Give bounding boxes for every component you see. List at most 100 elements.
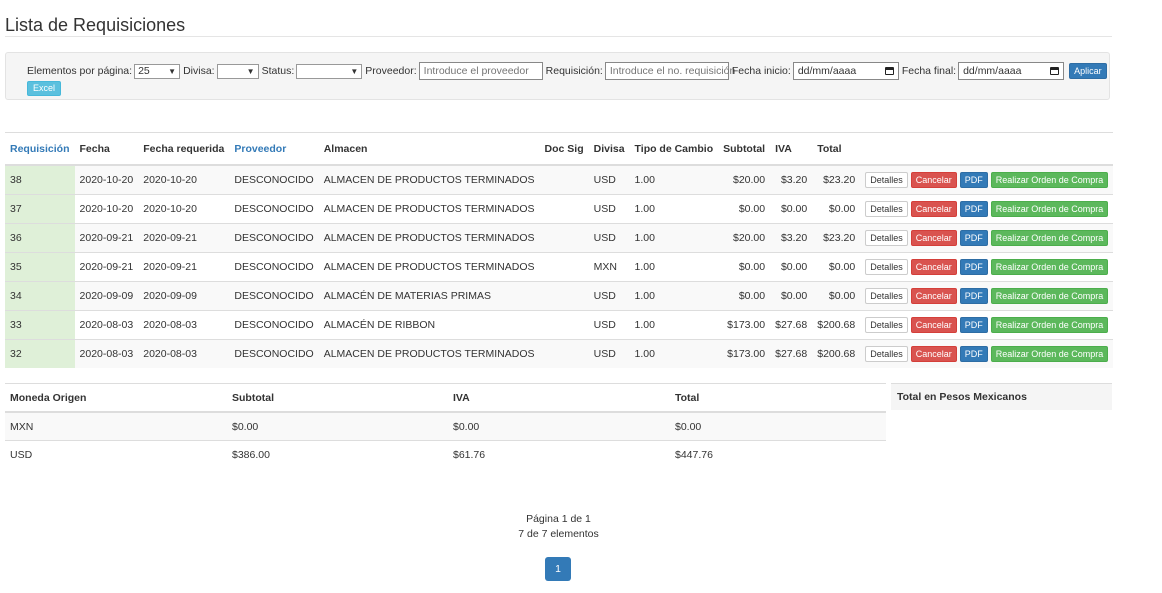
warehouse-cell: ALMACÉN DE MATERIAS PRIMAS [318,281,540,311]
header-warehouse: Almacen [318,132,540,166]
warehouse-cell: ALMACÉN DE RIBBON [318,310,540,340]
pdf-button[interactable]: PDF [959,317,988,333]
cancel-button[interactable]: Cancelar [910,288,957,304]
actions-cell: Detalles Cancelar PDF Realizar Orden de Com… [860,164,1114,195]
totals-table: Moneda Origen Subtotal IVA Total MXN $0.0… [5,383,886,468]
subtotal-cell: $173.00 [718,339,771,368]
page-title: Lista de Requisiciones [5,15,186,36]
rate-cell: 1.00 [629,252,719,282]
pdf-button[interactable]: PDF [959,259,988,275]
required-date-cell: 2020-09-09 [138,281,230,311]
total-cell: $200.68 [812,339,861,368]
per-page-select[interactable]: 25 ▼ [134,63,181,79]
currency-label: Divisa: [183,65,215,77]
date-cell: 2020-09-21 [74,252,139,282]
details-button[interactable]: Detalles [865,346,908,362]
pdf-button[interactable]: PDF [959,201,988,217]
pdf-button[interactable]: PDF [959,288,988,304]
header-rate: Tipo de Cambio [629,132,719,166]
warehouse-cell: ALMACEN DE PRODUCTOS TERMINADOS [318,339,540,368]
table-row: 35 2020-09-21 2020-09-21 DESCONOCIDO ALMACEN… [5,252,1114,282]
header-total: Total [812,132,861,166]
requisition-label: Requisición: [545,65,603,77]
totals-header-currency: Moneda Origen [5,383,227,413]
rate-cell: 1.00 [629,194,719,224]
cancel-button[interactable]: Cancelar [910,317,957,333]
requisition-id: 34 [5,281,75,311]
cancel-button[interactable]: Cancelar [910,172,957,188]
details-button[interactable]: Detalles [865,201,908,217]
details-button[interactable]: Detalles [865,259,908,275]
iva-cell: $0.00 [770,194,813,224]
cancel-button[interactable]: Cancelar [910,201,957,217]
docsig-cell [539,164,589,195]
iva-cell: $3.20 [770,164,813,195]
cancel-button[interactable]: Cancelar [910,230,957,246]
warehouse-cell: ALMACEN DE PRODUCTOS TERMINADOS [318,223,540,253]
warehouse-cell: ALMACEN DE PRODUCTOS TERMINADOS [318,252,540,282]
table-row: 37 2020-10-20 2020-10-20 DESCONOCIDO ALMACEN… [5,194,1114,224]
date-cell: 2020-09-21 [74,223,139,253]
required-date-cell: 2020-10-20 [138,194,230,224]
currency-cell: USD [588,281,630,311]
totals-subtotal-cell: $0.00 [227,411,448,441]
header-requisition[interactable]: Requisición [5,132,75,166]
requisitions-table: Requisición Fecha Fecha requerida Provee… [5,132,1114,368]
purchase-order-button[interactable]: Realizar Orden de Compra [990,201,1109,217]
date-cell: 2020-09-09 [74,281,139,311]
totals-currency-cell: MXN [5,411,227,441]
pdf-button[interactable]: PDF [959,172,988,188]
rate-cell: 1.00 [629,310,719,340]
docsig-cell [539,339,589,368]
header-currency: Divisa [588,132,630,166]
per-page-value: 25 [138,65,150,77]
pdf-button[interactable]: PDF [959,346,988,362]
subtotal-cell: $0.00 [718,281,771,311]
excel-button[interactable]: Excel [27,81,62,96]
purchase-order-button[interactable]: Realizar Orden de Compra [990,172,1109,188]
purchase-order-button[interactable]: Realizar Orden de Compra [990,317,1109,333]
pagination-page-text: Página 1 de 1 [526,513,591,525]
start-date-value: dd/mm/aaaa [797,65,857,77]
subtotal-cell: $173.00 [718,310,771,340]
total-cell: $0.00 [812,194,861,224]
currency-select[interactable]: ▼ [216,63,259,79]
end-date-input[interactable]: dd/mm/aaaa [958,62,1065,80]
currency-cell: USD [588,194,630,224]
purchase-order-button[interactable]: Realizar Orden de Compra [990,259,1109,275]
cancel-button[interactable]: Cancelar [910,259,957,275]
purchase-order-button[interactable]: Realizar Orden de Compra [990,288,1109,304]
supplier-cell: DESCONOCIDO [229,281,319,311]
cancel-button[interactable]: Cancelar [910,346,957,362]
warehouse-cell: ALMACEN DE PRODUCTOS TERMINADOS [318,164,540,195]
requisition-input[interactable]: Introduce el no. requisición [604,62,735,80]
calendar-icon[interactable] [1050,67,1060,75]
required-date-cell: 2020-08-03 [138,310,230,340]
details-button[interactable]: Detalles [865,172,908,188]
table-row: 36 2020-09-21 2020-09-21 DESCONOCIDO ALMACEN… [5,223,1114,253]
required-date-cell: 2020-08-03 [138,339,230,368]
status-select[interactable]: ▼ [296,63,363,79]
chevron-down-icon: ▼ [246,66,255,76]
pagination-page-button[interactable]: 1 [545,557,571,581]
purchase-order-button[interactable]: Realizar Orden de Compra [990,346,1109,362]
details-button[interactable]: Detalles [865,317,908,333]
purchase-order-button[interactable]: Realizar Orden de Compra [990,230,1109,246]
apply-button[interactable]: Aplicar [1069,63,1107,79]
status-label: Status: [261,65,295,77]
supplier-label: Proveedor: [365,65,417,77]
actions-cell: Detalles Cancelar PDF Realizar Orden de Com… [860,310,1114,340]
supplier-input[interactable]: Introduce el proveedor [418,62,543,80]
calendar-icon[interactable] [884,67,894,75]
details-button[interactable]: Detalles [865,288,908,304]
details-button[interactable]: Detalles [865,230,908,246]
start-date-input[interactable]: dd/mm/aaaa [792,62,899,80]
pdf-button[interactable]: PDF [959,230,988,246]
header-supplier[interactable]: Proveedor [229,132,319,166]
totals-currency-cell: USD [5,440,227,468]
supplier-cell: DESCONOCIDO [229,339,319,368]
rate-cell: 1.00 [629,223,719,253]
totals-iva-cell: $61.76 [448,440,670,468]
rate-cell: 1.00 [629,339,719,368]
subtotal-cell: $20.00 [718,223,771,253]
